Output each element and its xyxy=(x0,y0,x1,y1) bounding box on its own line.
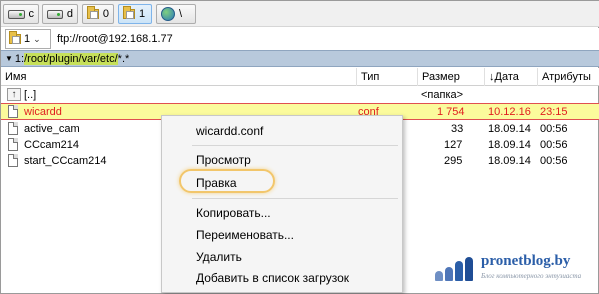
context-menu-title: wicardd.conf xyxy=(196,124,264,138)
file-time: 00:56 xyxy=(540,155,568,167)
column-header-date[interactable]: ↓Дата xyxy=(485,68,538,86)
file-row-parent[interactable]: ↑ [..] <папка> xyxy=(1,87,599,103)
drive-dropdown-value: 1 xyxy=(24,33,31,45)
file-size: <папка> xyxy=(421,89,464,101)
file-name: CCcam214 xyxy=(24,139,80,151)
column-header-attributes[interactable]: Атрибуты xyxy=(538,68,599,86)
column-header-attributes-label: Атрибуты xyxy=(542,71,591,83)
drive-button-root[interactable]: \ xyxy=(156,4,196,24)
context-menu: wicardd.conf Просмотр Правка Копировать.… xyxy=(161,115,403,293)
file-manager-window: c d 0 1 \ 1 ⌄ ftp://root@192.168.1.77 ▼ … xyxy=(0,0,599,294)
file-size: 295 xyxy=(444,155,463,167)
hard-drive-icon xyxy=(8,9,25,19)
drive-label: 0 xyxy=(102,8,109,20)
network-folder-icon xyxy=(123,6,135,19)
drive-toolbar: c d 0 1 \ xyxy=(1,1,599,27)
file-size: 1 754 xyxy=(437,106,465,118)
bars-logo-icon xyxy=(435,255,475,281)
current-path-bar[interactable]: ▼ 1: /root/plugin/var/etc/ *.* xyxy=(1,50,599,67)
file-date: 18.09.14 xyxy=(488,155,531,167)
drive-dropdown[interactable]: 1 ⌄ xyxy=(5,29,51,49)
column-header-size[interactable]: Размер xyxy=(418,68,485,86)
drive-button-c[interactable]: c xyxy=(3,4,39,24)
menu-item-view[interactable]: Просмотр xyxy=(196,151,251,169)
file-icon xyxy=(8,154,18,167)
file-icon xyxy=(8,122,18,135)
column-header-name[interactable]: Имя xyxy=(1,68,357,86)
column-header-date-label: Дата xyxy=(494,71,519,83)
file-date: 18.09.14 xyxy=(488,123,531,135)
drive-button-d[interactable]: d xyxy=(42,4,78,24)
path-highlighted: /root/plugin/var/etc/ xyxy=(24,52,118,65)
column-header-type-label: Тип xyxy=(361,71,380,83)
file-name: [..] xyxy=(24,89,37,101)
path-drive-prefix: 1: xyxy=(14,52,25,65)
drive-label: d xyxy=(66,8,73,20)
drive-label: 1 xyxy=(139,8,146,20)
network-folder-icon xyxy=(87,6,99,19)
column-header-size-label: Размер xyxy=(422,71,460,83)
menu-item-rename[interactable]: Переименовать... xyxy=(196,226,294,244)
menu-item-add-to-download-list[interactable]: Добавить в список загрузок xyxy=(196,269,349,287)
drive-label: \ xyxy=(179,8,183,20)
network-folder-icon xyxy=(9,31,21,44)
up-folder-icon: ↑ xyxy=(7,88,21,101)
file-name: active_cam xyxy=(24,123,80,135)
path-file-mask: *.* xyxy=(117,52,130,65)
brand-tagline: Блог компьютерного энтузиаста xyxy=(481,272,582,280)
hard-drive-icon xyxy=(47,9,63,19)
column-header-type[interactable]: Тип xyxy=(357,68,418,86)
file-time: 00:56 xyxy=(540,123,568,135)
file-icon xyxy=(8,105,18,118)
file-name: start_CCcam214 xyxy=(24,155,107,167)
drive-label: c xyxy=(28,8,35,20)
column-header-name-label: Имя xyxy=(5,71,27,83)
globe-icon xyxy=(161,7,175,21)
file-name: wicardd xyxy=(24,106,62,118)
drive-button-0[interactable]: 0 xyxy=(82,4,114,24)
history-dropdown-icon[interactable]: ▼ xyxy=(5,54,13,63)
file-time: 00:56 xyxy=(540,139,568,151)
drive-path-bar: 1 ⌄ ftp://root@192.168.1.77 xyxy=(1,28,599,50)
brand-name: pronetblog.by xyxy=(481,253,571,269)
ftp-connection-path: ftp://root@192.168.1.77 xyxy=(57,33,173,45)
menu-separator xyxy=(192,145,398,146)
watermark-logo: pronetblog.by Блог компьютерного энтузиа… xyxy=(433,249,598,291)
file-date: 10.12.16 xyxy=(488,106,531,118)
file-size: 33 xyxy=(451,123,464,135)
menu-item-copy[interactable]: Копировать... xyxy=(196,204,271,222)
menu-separator xyxy=(192,198,398,199)
file-size: 127 xyxy=(444,139,463,151)
file-icon xyxy=(8,138,18,151)
edit-item-highlight-ring xyxy=(179,169,275,193)
file-date: 18.09.14 xyxy=(488,139,531,151)
file-time: 23:15 xyxy=(540,106,568,118)
drive-button-1[interactable]: 1 xyxy=(118,4,152,24)
column-header-row: Имя Тип Размер ↓Дата Атрибуты xyxy=(1,68,599,86)
menu-item-delete[interactable]: Удалить xyxy=(196,248,242,266)
chevron-down-icon: ⌄ xyxy=(33,33,41,44)
